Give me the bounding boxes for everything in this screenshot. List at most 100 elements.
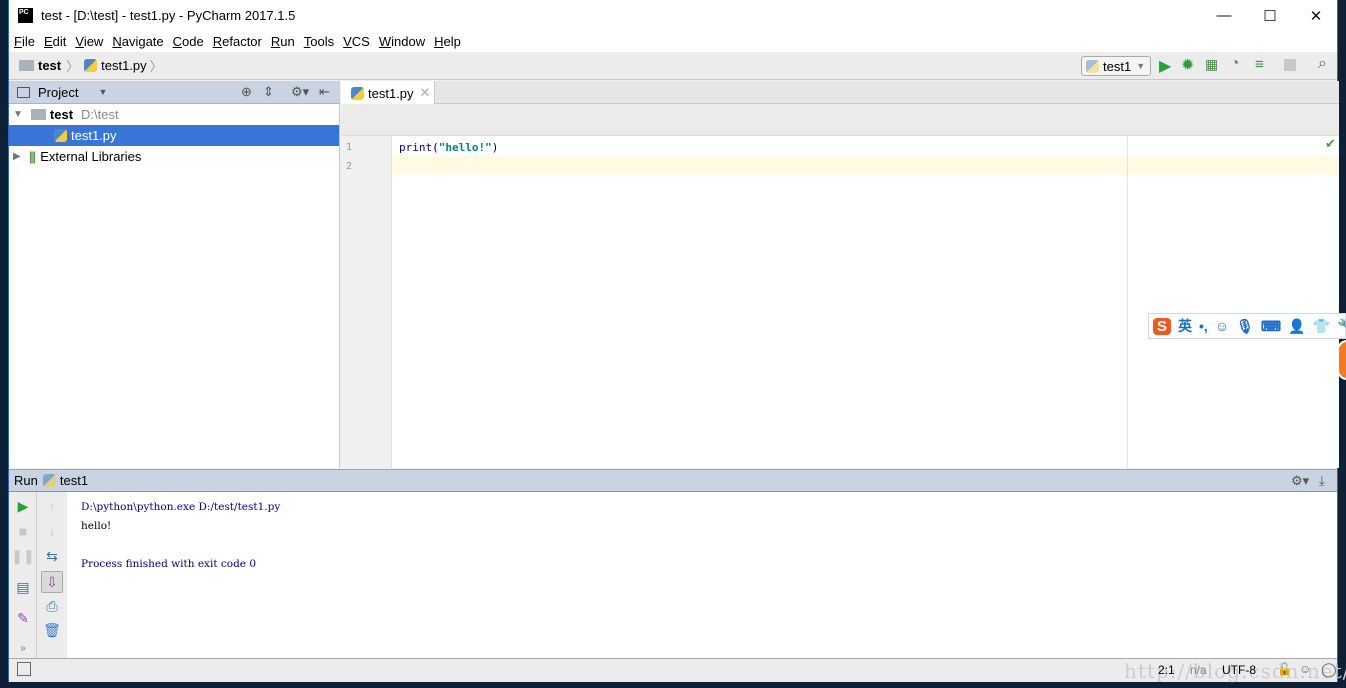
menu-tools[interactable]: Tools — [304, 34, 334, 49]
console-output[interactable]: D:\python\python.exe D:/test/test1.py he… — [81, 498, 280, 574]
collapse-all-icon[interactable]: ⇕ — [263, 84, 274, 100]
maximize-button[interactable]: ☐ — [1247, 0, 1293, 31]
floating-badge[interactable] — [1337, 340, 1346, 380]
window-title: test - [D:\test] - test1.py - PyCharm 20… — [41, 8, 296, 23]
minimize-button[interactable]: — — [1201, 0, 1247, 31]
folder-icon — [30, 109, 46, 120]
menu-bar: File Edit View Navigate Code Refactor Ru… — [9, 31, 1337, 52]
menu-file[interactable]: File — [14, 34, 35, 49]
project-panel-title[interactable]: Project — [38, 85, 78, 100]
tool-windows-icon[interactable] — [17, 662, 31, 676]
ime-toolbar: S 英 •, ☺ 🎙 ⌨ 👤 👕 🔧 — [1148, 313, 1346, 339]
soft-wrap-icon[interactable]: ⇆ — [41, 545, 63, 567]
rerun-icon[interactable]: ▶ — [12, 495, 34, 517]
debug-icon[interactable]: ✹ — [1181, 55, 1194, 75]
pin-icon[interactable]: ✎ — [12, 607, 34, 629]
gear-icon[interactable]: ⚙▾ — [1291, 473, 1309, 489]
user-icon[interactable]: 👤 — [1288, 318, 1305, 335]
current-line-highlight — [341, 156, 1339, 175]
code-editor[interactable]: 1 2 print("hello!") ✔ — [341, 136, 1339, 468]
line-number: 1 — [346, 142, 353, 153]
hide-panel-icon[interactable]: ⇤ — [319, 84, 330, 100]
menu-window[interactable]: Window — [379, 34, 425, 49]
microphone-icon[interactable]: 🎙 — [1236, 318, 1254, 335]
ime-punctuation[interactable]: •, — [1199, 318, 1208, 334]
chevron-down-icon[interactable]: ▼ — [98, 87, 107, 97]
wrench-icon[interactable]: 🔧 — [1337, 318, 1346, 335]
project-tree: ▼ test D:\test test1.py ▶ |||| External … — [9, 104, 340, 468]
breadcrumb-file[interactable]: test1.py — [101, 58, 147, 73]
event-log-icon[interactable]: ◯ — [1321, 661, 1337, 678]
menu-run[interactable]: Run — [271, 34, 295, 49]
concurrency-icon[interactable]: ≡ — [1255, 56, 1264, 73]
stop-icon[interactable]: ■ — [12, 520, 34, 542]
tree-label: External Libraries — [40, 149, 142, 164]
collapsed-arrow-icon[interactable]: ▶ — [13, 151, 21, 162]
menu-refactor[interactable]: Refactor — [213, 34, 262, 49]
console-line: D:\python\python.exe D:/test/test1.py — [81, 501, 281, 513]
stop-icon[interactable] — [1284, 59, 1296, 71]
sogou-logo-icon[interactable]: S — [1153, 317, 1172, 335]
pause-icon[interactable]: ❚❚ — [11, 545, 34, 567]
close-button[interactable]: ✕ — [1293, 0, 1339, 31]
line-number: 2 — [346, 161, 353, 172]
folder-icon — [19, 60, 34, 71]
library-icon: |||| — [28, 149, 36, 164]
scroll-from-source-icon[interactable]: ⊕ — [241, 84, 252, 100]
close-tab-icon[interactable]: ✕ — [420, 85, 431, 101]
menu-edit[interactable]: Edit — [44, 34, 66, 49]
tab-test1-py[interactable]: test1.py ✕ — [341, 81, 435, 105]
run-config-select[interactable]: test1 ▼ — [1081, 56, 1151, 76]
profile-icon[interactable]: ◔ — [1230, 55, 1240, 73]
right-margin — [1127, 136, 1128, 468]
menu-help[interactable]: Help — [434, 34, 461, 49]
emoji-icon[interactable]: ☺ — [1215, 318, 1229, 334]
run-icon[interactable]: ▶ — [1159, 56, 1171, 76]
more-icon[interactable]: » — [12, 637, 34, 659]
editor-breadcrumbs — [341, 104, 1339, 136]
python-file-icon — [351, 86, 364, 100]
search-icon[interactable]: ⌕ — [1318, 55, 1327, 73]
menu-view[interactable]: View — [75, 34, 103, 49]
encoding[interactable]: UTF-8 — [1222, 663, 1256, 677]
line-separator[interactable]: n/a — [1190, 663, 1207, 677]
console-line: Process finished with exit code 0 — [81, 558, 257, 570]
arrow-down-icon[interactable]: ↓ — [41, 520, 63, 542]
tree-item-external-libraries[interactable]: ▶ |||| External Libraries — [9, 146, 339, 167]
navigation-bar: test 〉 test1.py 〉 test1 ▼ ▶ ✹ ▦ ◔ ≡ ⌕ — [9, 52, 1337, 80]
menu-code[interactable]: Code — [173, 34, 204, 49]
trash-icon[interactable]: 🗑 — [41, 619, 63, 641]
hide-panel-icon[interactable]: ⤓ — [1319, 473, 1325, 489]
project-view-icon — [17, 86, 30, 98]
print-icon[interactable]: ⎙ — [41, 595, 63, 617]
tree-item-test1-py[interactable]: test1.py — [9, 125, 339, 146]
tree-label: test1.py — [71, 128, 117, 143]
arrow-up-icon[interactable]: ↑ — [41, 495, 63, 517]
restore-layout-icon[interactable]: ▤ — [12, 576, 34, 598]
python-file-icon — [54, 129, 67, 142]
console-line: hello! — [81, 520, 112, 532]
skin-icon[interactable]: 👕 — [1313, 318, 1330, 335]
tree-item-test[interactable]: ▼ test D:\test — [9, 104, 339, 125]
ime-language[interactable]: 英 — [1178, 316, 1192, 336]
scroll-to-end-icon[interactable]: ⇩ — [41, 571, 63, 593]
menu-vcs[interactable]: VCS — [343, 34, 370, 49]
expanded-arrow-icon[interactable]: ▼ — [13, 109, 23, 120]
coverage-icon[interactable]: ▦ — [1205, 56, 1218, 73]
hector-icon[interactable]: ☺ — [1299, 662, 1311, 676]
run-panel-header: Run test1 ⚙▾ ⤓ — [9, 469, 1337, 492]
breadcrumb-project[interactable]: test — [38, 58, 61, 73]
keyboard-icon[interactable]: ⌨ — [1261, 318, 1281, 335]
python-icon — [42, 474, 56, 487]
gear-icon[interactable]: ⚙▾ — [291, 84, 309, 100]
tab-label: test1.py — [368, 85, 414, 101]
run-tab-label[interactable]: test1 — [60, 473, 88, 488]
lock-icon[interactable]: 🔓 — [1277, 662, 1292, 676]
tree-label: test — [49, 107, 74, 122]
menu-navigate[interactable]: Navigate — [112, 34, 163, 49]
code-builtin: print — [399, 141, 433, 154]
code-paren: ( — [432, 141, 439, 154]
caret-position[interactable]: 2:1 — [1158, 663, 1175, 677]
tree-path: D:\test — [81, 107, 119, 122]
